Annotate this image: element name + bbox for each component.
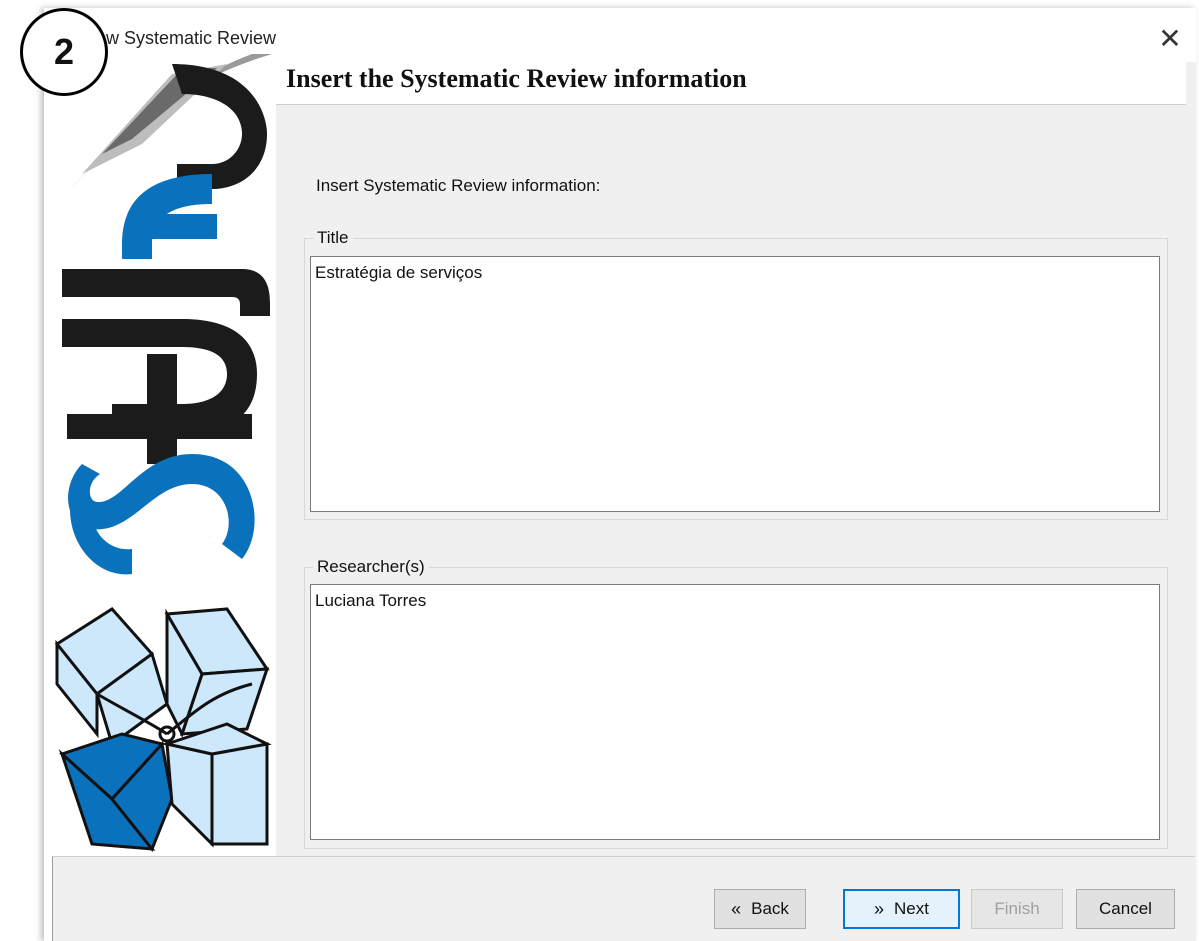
step-badge: 2	[20, 8, 108, 96]
researchers-value: Luciana Torres	[315, 591, 427, 610]
wizard-header: Insert the Systematic Review information	[276, 58, 1186, 105]
window-title: w Systematic Review	[106, 28, 277, 48]
instruction-text: Insert Systematic Review information:	[316, 176, 601, 195]
close-button[interactable]: ✕	[1150, 20, 1190, 56]
researchers-label: Researcher(s)	[313, 557, 429, 577]
title-textarea[interactable]: Estratégia de serviços	[310, 256, 1160, 512]
footer-divider	[52, 856, 1195, 857]
double-chevron-left-icon: «	[731, 898, 742, 919]
title-value: Estratégia de serviços	[315, 263, 483, 282]
page-title: Insert the Systematic Review information	[286, 64, 747, 93]
next-button[interactable]: » Next	[843, 889, 960, 929]
next-label: Next	[894, 899, 929, 918]
researchers-textarea[interactable]: Luciana Torres	[310, 584, 1160, 840]
double-chevron-right-icon: »	[874, 898, 885, 919]
finish-button[interactable]: Finish	[971, 889, 1063, 929]
close-icon: ✕	[1158, 22, 1182, 54]
title-label: Title	[313, 228, 353, 248]
start-logo-graphic	[54, 54, 272, 852]
cancel-button[interactable]: Cancel	[1076, 889, 1175, 929]
back-label: Back	[751, 899, 789, 918]
back-button[interactable]: « Back	[714, 889, 806, 929]
finish-label: Finish	[994, 899, 1040, 918]
cancel-label: Cancel	[1099, 899, 1152, 918]
start-logo	[52, 54, 276, 856]
